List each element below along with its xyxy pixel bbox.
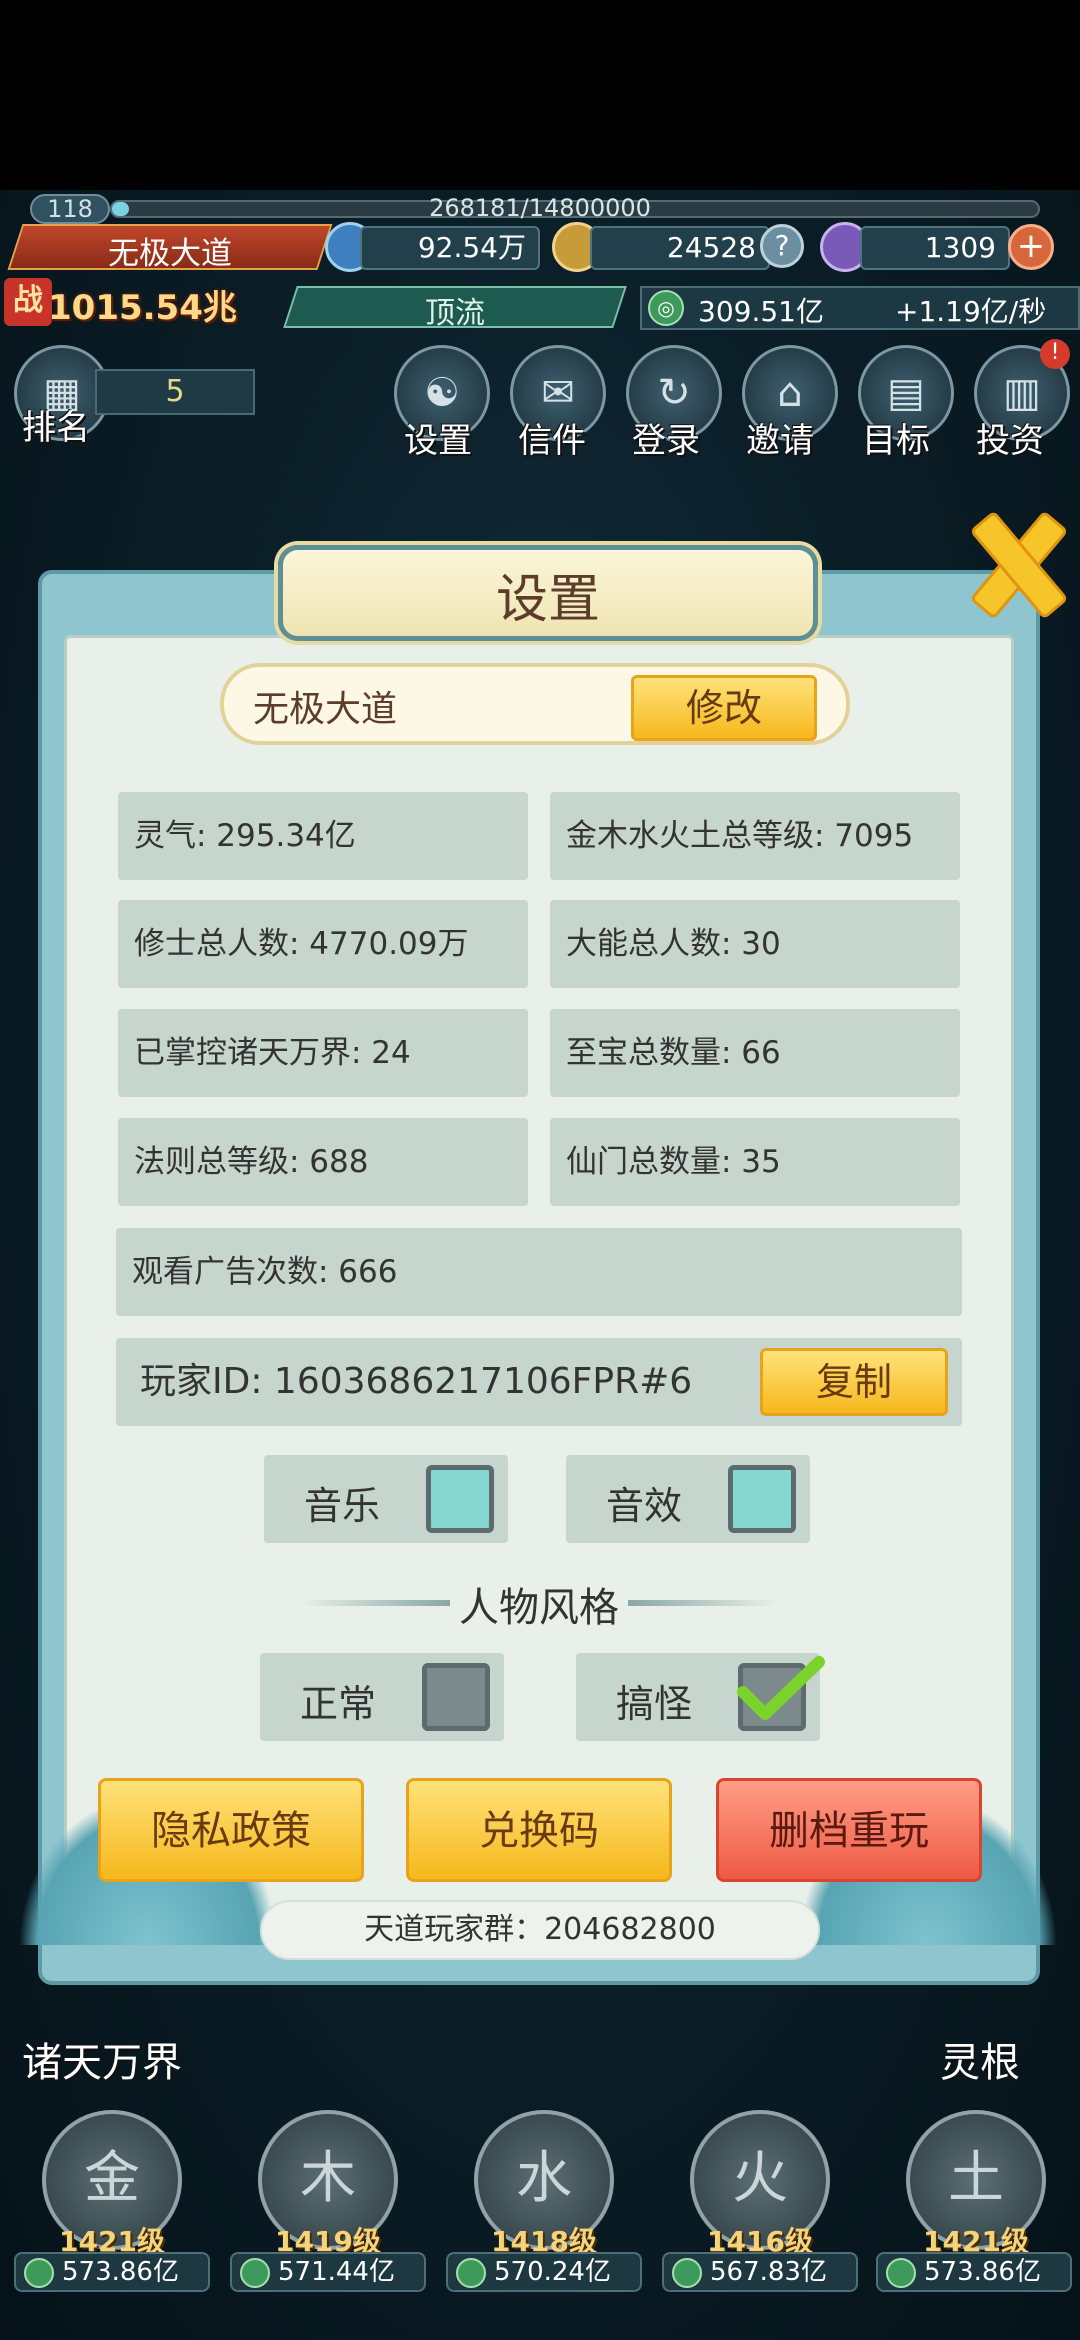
spirit-amount: 309.51亿 [698,295,824,328]
spirit-coin-icon [672,2258,702,2288]
sfx-checkbox[interactable] [728,1465,796,1533]
invest-alert-badge: ! [1040,339,1070,369]
normal-label: 正常 [300,1682,377,1726]
rank-value: 5 [95,369,255,415]
character-style-title: 人物风格 [459,1585,619,1631]
wood-cost[interactable]: 571.44亿 [230,2252,426,2292]
close-icon[interactable] [958,507,1068,617]
reset-game-button[interactable]: 删档重玩 [716,1778,982,1882]
sfx-toggle[interactable]: 音效 [566,1455,810,1543]
spirit-coin-icon [886,2258,916,2288]
checkmark-icon [737,1656,825,1720]
battle-icon: 战 [4,278,52,326]
mail-label: 信件 [518,421,586,461]
realms-label[interactable]: 诸天万界 [22,2030,182,2088]
normal-checkbox[interactable] [422,1663,490,1731]
settings-modal: 设置 无极大道 修改 灵气: 295.34亿 金木水火土总等级: 7095 修士… [18,545,1058,1985]
redeem-code-button[interactable]: 兑换码 [406,1778,672,1882]
login-label: 登录 [632,421,700,461]
fire-cost[interactable]: 567.83亿 [662,2252,858,2292]
resource-1: 92.54万 [360,226,540,270]
spirit-coin-icon [240,2258,270,2288]
right-divider [628,1600,778,1606]
help-icon[interactable]: ? [760,224,804,268]
info-element-level: 金木水火土总等级: 7095 [550,792,960,880]
spirit-coin-icon [24,2258,54,2288]
spirit-coin-icon: ◎ [648,290,684,326]
music-label: 音乐 [304,1484,381,1528]
spirit-rate: +1.19亿/秒 [895,295,1047,328]
player-level: 118 [30,194,110,224]
metal-cost[interactable]: 573.86亿 [14,2252,210,2292]
privacy-policy-button[interactable]: 隐私政策 [98,1778,364,1882]
normal-style-toggle[interactable]: 正常 [260,1653,504,1741]
add-icon[interactable]: + [1008,224,1054,270]
info-laws: 法则总等级: 688 [118,1118,528,1206]
modal-title: 设置 [495,570,600,630]
settings-label: 设置 [404,421,472,461]
sfx-label: 音效 [606,1484,683,1528]
info-masters: 大能总人数: 30 [550,900,960,988]
info-realms: 已掌控诸天万界: 24 [118,1009,528,1097]
top-hud: 118 268181/14800000 无极大道 92.54万 24528 ? … [0,190,1080,340]
music-toggle[interactable]: 音乐 [264,1455,508,1543]
info-spirit: 灵气: 295.34亿 [118,792,528,880]
spirit-coin-icon [456,2258,486,2288]
invest-label: 投资 [976,421,1044,461]
rank-title: 顶流 [425,296,485,331]
earth-cost[interactable]: 573.86亿 [876,2252,1072,2292]
info-sects: 仙门总数量: 35 [550,1118,960,1206]
quirky-checkbox[interactable] [737,1656,825,1731]
combat-power-value: 1015.54兆 [48,288,237,328]
info-treasures: 至宝总数量: 66 [550,1009,960,1097]
resource-3: 1309 [860,226,1010,270]
modify-name-button[interactable]: 修改 [631,675,817,741]
player-group-info: 天道玩家群：204682800 [260,1900,820,1960]
copy-id-button[interactable]: 复制 [760,1348,948,1416]
combat-power: 战 1015.54兆 [0,278,270,328]
info-cultivators: 修士总人数: 4770.09万 [118,900,528,988]
resource-2: 24528 [590,226,770,270]
root-label[interactable]: 灵根 [940,2030,1020,2088]
invite-label: 邀请 [746,421,814,461]
player-name-value: 无极大道 [253,689,398,730]
quirky-label: 搞怪 [616,1682,693,1726]
music-checkbox[interactable] [426,1465,494,1533]
exp-text: 268181/14800000 [429,194,651,222]
quirky-style-toggle[interactable]: 搞怪 [576,1653,825,1741]
water-cost[interactable]: 570.24亿 [446,2252,642,2292]
bottom-bar: 诸天万界 灵根 金 1421级 573.86亿 木 1419级 571.44亿 … [0,1980,1080,2340]
player-name[interactable]: 无极大道 [20,228,320,273]
info-ads: 观看广告次数: 666 [116,1228,962,1316]
rank-label: 排名 [22,408,90,448]
goal-label: 目标 [862,421,930,461]
top-button-row: ▦ 排名 5 ☯ 设置 ✉ 信件 ↻ 登录 ⌂ 邀请 ▤ 目标 ▥ 投资 ! [0,339,1080,465]
